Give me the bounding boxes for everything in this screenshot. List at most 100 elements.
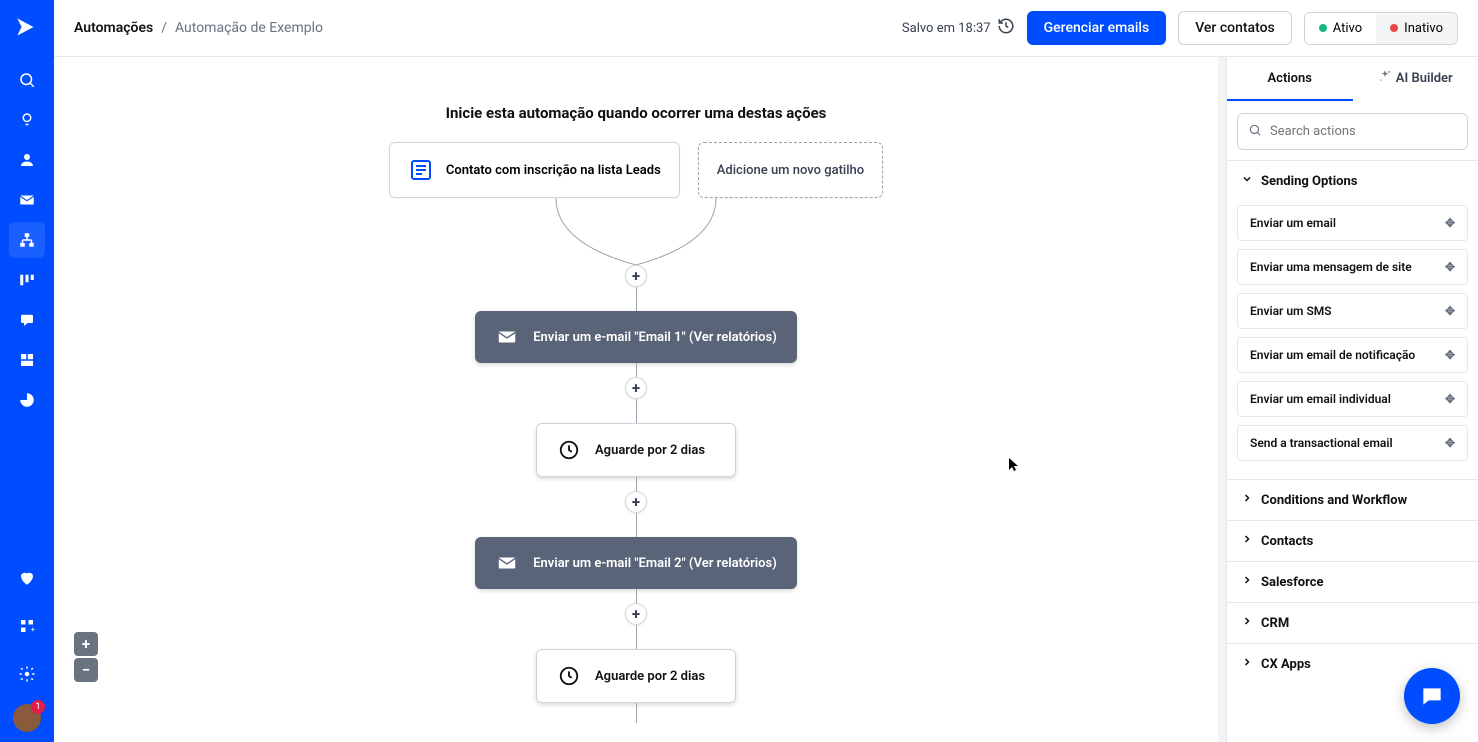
lightbulb-icon[interactable] [9,102,45,138]
add-trigger-card[interactable]: Adicione um novo gatilho [698,142,883,198]
tab-ai-builder[interactable]: AI Builder [1353,57,1478,101]
heart-icon[interactable] [9,560,45,596]
connector-line [636,589,637,603]
chevron-right-icon [1241,574,1253,590]
node-label: Aguarde por 2 dias [595,443,705,458]
breadcrumb-root[interactable]: Automações [74,20,153,36]
section-sending-options[interactable]: Sending Options [1227,161,1478,201]
node-label: Aguarde por 2 dias [595,669,705,684]
svg-text:+: + [31,625,35,634]
status-toggle: Ativo Inativo [1304,12,1458,45]
list-icon [408,157,434,183]
trigger-card[interactable]: Contato com inscrição na lista Leads [389,142,680,198]
node-label: Enviar um e-mail "Email 2" (Ver relatóri… [533,556,777,571]
toggle-active[interactable]: Ativo [1305,13,1376,44]
section-contacts[interactable]: Contacts [1227,521,1478,561]
search-icon [1248,122,1262,141]
logo-icon [12,12,42,42]
canvas-title: Inicie esta automação quando ocorrer uma… [446,104,827,122]
node-label: Enviar um e-mail "Email 1" (Ver relatóri… [533,330,777,345]
gear-icon[interactable] [9,656,45,692]
search-icon[interactable] [9,62,45,98]
add-button[interactable]: + [625,603,647,625]
connector-line [636,363,637,377]
connector-line [636,513,637,537]
dot-red-icon [1390,24,1398,32]
chevron-right-icon [1241,656,1253,672]
clock-icon [557,438,581,462]
add-button[interactable]: + [625,491,647,513]
manage-emails-button[interactable]: Gerenciar emails [1027,11,1167,45]
chat-icon[interactable] [9,302,45,338]
drag-icon: ✥ [1445,348,1455,362]
cursor-icon [1009,457,1021,469]
sparkle-icon [1378,69,1392,87]
chevron-down-icon [1241,173,1253,189]
tab-actions[interactable]: Actions [1227,57,1353,101]
reports-icon[interactable] [9,382,45,418]
chevron-right-icon [1241,615,1253,631]
zoom-out-button[interactable]: − [74,658,98,682]
saved-text: Salvo em 18:37 [902,21,991,36]
sidebar: + 1 [0,0,54,742]
connector-line [636,287,637,311]
mail-icon [495,551,519,575]
main: Automações / Automação de Exemplo Salvo … [54,0,1478,742]
envelope-icon[interactable] [9,182,45,218]
drag-icon: ✥ [1445,392,1455,406]
action-item[interactable]: Enviar um email✥ [1237,205,1468,241]
canvas[interactable]: Inicie esta automação quando ocorrer uma… [54,57,1218,742]
topbar: Automações / Automação de Exemplo Salvo … [54,0,1478,57]
person-icon[interactable] [9,142,45,178]
connector-line [636,399,637,423]
email-node[interactable]: Enviar um e-mail "Email 1" (Ver relatóri… [475,311,797,363]
drag-icon: ✥ [1445,304,1455,318]
drag-icon: ✥ [1445,436,1455,450]
breadcrumb-sep: / [161,20,167,36]
action-item[interactable]: Send a transactional email✥ [1237,425,1468,461]
drag-icon: ✥ [1445,260,1455,274]
connector-line [636,477,637,491]
drag-icon: ✥ [1445,216,1455,230]
action-item[interactable]: Enviar uma mensagem de site✥ [1237,249,1468,285]
pages-icon[interactable] [9,342,45,378]
action-item[interactable]: Enviar um SMS✥ [1237,293,1468,329]
wait-node[interactable]: Aguarde por 2 dias [536,649,736,703]
avatar-badge: 1 [31,700,45,714]
section-salesforce[interactable]: Salesforce [1227,562,1478,602]
action-item[interactable]: Enviar um email de notificação✥ [1237,337,1468,373]
history-icon[interactable] [997,17,1015,39]
chevron-right-icon [1241,533,1253,549]
scrollbar-track[interactable] [1218,57,1226,742]
actions-panel: Actions AI Builder Sending Option [1226,57,1478,742]
saved-status: Salvo em 18:37 [902,17,1015,39]
chevron-right-icon [1241,492,1253,508]
view-contacts-button[interactable]: Ver contatos [1178,11,1292,45]
breadcrumb-current: Automação de Exemplo [175,20,323,36]
section-conditions[interactable]: Conditions and Workflow [1227,480,1478,520]
section-crm[interactable]: CRM [1227,603,1478,643]
add-button[interactable]: + [625,377,647,399]
connector-lines [496,198,776,265]
search-container [1227,103,1478,160]
apps-icon[interactable]: + [9,608,45,644]
wait-node[interactable]: Aguarde por 2 dias [536,423,736,477]
clock-icon [557,664,581,688]
pipeline-icon[interactable] [9,262,45,298]
chat-fab[interactable] [1404,668,1460,724]
add-trigger-label: Adicione um novo gatilho [717,163,864,178]
search-input[interactable] [1270,124,1457,139]
dot-green-icon [1319,24,1327,32]
connector-line [636,703,637,723]
email-node[interactable]: Enviar um e-mail "Email 2" (Ver relatóri… [475,537,797,589]
breadcrumb: Automações / Automação de Exemplo [74,20,323,36]
connector-line [636,625,637,649]
trigger-label: Contato com inscrição na lista Leads [446,163,661,178]
add-button[interactable]: + [625,265,647,287]
zoom-controls: + − [74,632,98,682]
action-item[interactable]: Enviar um email individual✥ [1237,381,1468,417]
zoom-in-button[interactable]: + [74,632,98,656]
automation-icon[interactable] [9,222,45,258]
toggle-inactive[interactable]: Inativo [1376,13,1457,44]
avatar[interactable]: 1 [13,704,41,732]
